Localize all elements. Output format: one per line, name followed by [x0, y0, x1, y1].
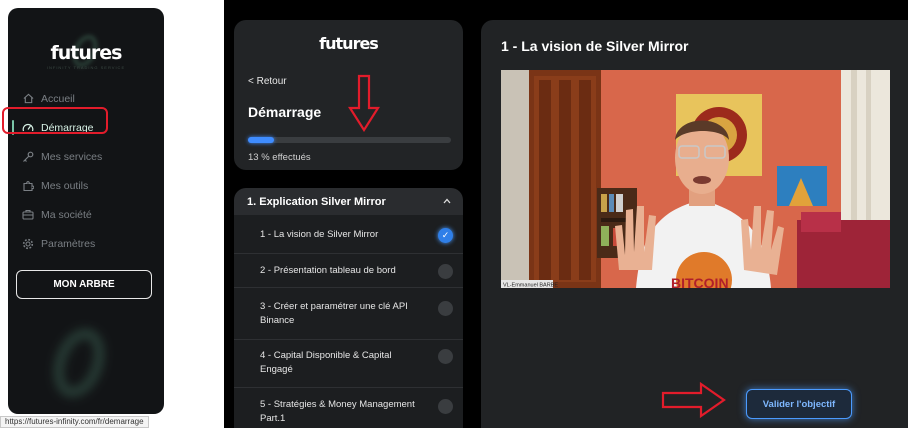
back-link[interactable]: < Retour	[248, 76, 287, 87]
annotation-highlight-box	[2, 107, 108, 134]
sidebar-item-parametres[interactable]: Paramètres	[8, 229, 164, 258]
validate-objective-button[interactable]: Valider l'objectif	[746, 389, 852, 419]
course-logo[interactable]: futures	[234, 34, 463, 53]
lesson-item-1[interactable]: 1 - La vision de Silver Mirror ✓	[234, 215, 463, 254]
key-icon	[22, 151, 34, 163]
shirt-text: BITCOIN	[671, 275, 729, 288]
briefcase-icon	[22, 209, 34, 221]
video-thumbnail-image: BITCOIN VL-Emmanuel BARBE	[501, 70, 890, 288]
annotation-arrow-right	[661, 382, 726, 418]
sidebar-item-label: Ma société	[41, 208, 92, 221]
incomplete-circle-icon[interactable]	[438, 399, 453, 414]
video-title: 1 - La vision de Silver Mirror	[501, 38, 689, 54]
decorative-ring	[45, 322, 113, 404]
lesson-label: 4 - Capital Disponible & Capital Engagé	[260, 350, 392, 375]
video-panel: 1 - La vision de Silver Mirror BITCOIN V…	[481, 20, 908, 428]
home-icon	[22, 93, 34, 105]
sidebar-item-label: Mes services	[41, 150, 103, 163]
progress-label: 13 % effectués	[248, 152, 311, 163]
status-url-tooltip: https://futures-infinity.com/fr/demarrag…	[0, 416, 149, 428]
sidebar-item-label: Paramètres	[41, 237, 96, 250]
video-player[interactable]: BITCOIN VL-Emmanuel BARBE	[501, 70, 890, 288]
lesson-label: 5 - Stratégies & Money Management Part.1	[260, 399, 415, 424]
incomplete-circle-icon[interactable]	[438, 264, 453, 279]
section-header[interactable]: 1. Explication Silver Mirror	[234, 188, 463, 215]
annotation-arrow-down	[348, 74, 380, 132]
lesson-item-2[interactable]: 2 - Présentation tableau de bord	[234, 254, 463, 288]
progress-bar	[248, 137, 451, 143]
lesson-label: 1 - La vision de Silver Mirror	[260, 229, 379, 240]
lesson-label: 2 - Présentation tableau de bord	[260, 265, 396, 276]
lesson-item-3[interactable]: 3 - Créer et paramétrer une clé API Bina…	[234, 288, 463, 340]
sidebar: futures INFINITY TRADING SERVICE Accueil…	[8, 8, 164, 414]
puzzle-icon	[22, 180, 34, 192]
video-caption: VL-Emmanuel BARBE	[503, 283, 558, 289]
sidebar-logo[interactable]: futures	[8, 42, 164, 64]
sidebar-item-label: Accueil	[41, 92, 75, 105]
lesson-label: 3 - Créer et paramétrer une clé API Bina…	[260, 301, 408, 326]
sidebar-item-ma-societe[interactable]: Ma société	[8, 200, 164, 229]
check-icon[interactable]: ✓	[438, 228, 453, 243]
section-title: 1. Explication Silver Mirror	[247, 195, 386, 208]
incomplete-circle-icon[interactable]	[438, 301, 453, 316]
lesson-item-4[interactable]: 4 - Capital Disponible & Capital Engagé	[234, 340, 463, 388]
course-title: Démarrage	[248, 104, 322, 120]
lesson-list: 1 - La vision de Silver Mirror ✓ 2 - Pré…	[234, 215, 463, 428]
sidebar-logo-tagline: INFINITY TRADING SERVICE	[46, 65, 126, 70]
incomplete-circle-icon[interactable]	[438, 349, 453, 364]
chevron-up-icon[interactable]	[443, 196, 451, 206]
sidebar-item-mes-services[interactable]: Mes services	[8, 142, 164, 171]
progress-fill	[248, 137, 275, 143]
mon-arbre-button[interactable]: MON ARBRE	[16, 270, 152, 299]
main-area: futures < Retour Démarrage 13 % effectué…	[224, 0, 908, 428]
sidebar-item-label: Mes outils	[41, 179, 89, 192]
sidebar-item-mes-outils[interactable]: Mes outils	[8, 171, 164, 200]
gear-icon	[22, 238, 34, 250]
lesson-item-5[interactable]: 5 - Stratégies & Money Management Part.1	[234, 388, 463, 428]
